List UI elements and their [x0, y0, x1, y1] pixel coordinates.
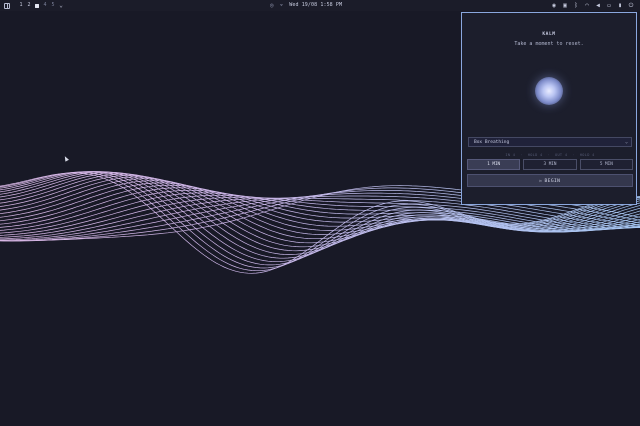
duration-5-min-button[interactable]: 5 MIN — [579, 159, 633, 170]
chevron-down-icon[interactable]: ⌄ — [57, 0, 65, 11]
workspace-2[interactable]: 2 — [25, 0, 33, 11]
sidebar-toggle-icon[interactable] — [4, 2, 10, 9]
workspace-switcher: 1 2 4 5 ⌄ — [4, 0, 65, 11]
volume-icon[interactable]: ◀ — [595, 0, 601, 11]
workspace-5[interactable]: 5 — [49, 0, 57, 11]
camera-icon[interactable]: ◉ — [551, 0, 557, 11]
bluetooth-icon[interactable]: ᛒ — [573, 0, 579, 11]
system-tray: ◉ ▣ ᛒ ◠ ◀ ▭ ▮ ⏻ — [551, 0, 634, 11]
phase-hold: HOLD 4 — [527, 152, 543, 157]
desktop: 1 2 4 5 ⌄ ◎ ⌔ Wed 19/08 1:58 PM ◉ ▣ ᛒ ◠ … — [0, 0, 640, 426]
workspace-3-active[interactable] — [33, 3, 41, 8]
calendar-icon[interactable]: ▣ — [562, 0, 568, 11]
phase-separator: · — [520, 152, 523, 157]
begin-button[interactable]: ▷ BEGIN — [467, 174, 633, 187]
phase-sequence: IN 4 · HOLD 4 · OUT 4 · HOLD 4 — [468, 151, 632, 158]
duration-1-min-button[interactable]: 1 MIN — [467, 159, 521, 170]
chevron-down-icon: ⌄ — [624, 139, 628, 145]
play-icon: ▷ — [539, 178, 543, 183]
power-icon[interactable]: ⏻ — [628, 0, 634, 11]
clock[interactable]: Wed 19/08 1:58 PM — [289, 0, 342, 11]
phase-separator: · — [572, 152, 575, 157]
pattern-select-value: Box Breathing — [474, 140, 510, 145]
wifi-status-icon[interactable]: ⌔ — [280, 0, 284, 11]
pattern-select[interactable]: Box Breathing ⌄ — [468, 137, 632, 147]
top-bar: 1 2 4 5 ⌄ ◎ ⌔ Wed 19/08 1:58 PM ◉ ▣ ᛒ ◠ … — [0, 0, 640, 11]
phase-separator: · — [547, 152, 550, 157]
app-title: KALM — [542, 32, 556, 37]
notification-icon[interactable]: ◎ — [270, 0, 274, 11]
duration-options: 1 MIN 3 MIN 5 MIN — [467, 159, 633, 170]
breathing-app-window: KALM Take a moment to reset. Box Breathi… — [461, 12, 637, 205]
top-bar-center: ◎ ⌔ Wed 19/08 1:58 PM — [270, 0, 342, 11]
app-subtitle: Take a moment to reset. — [514, 41, 584, 47]
workspace-1[interactable]: 1 — [17, 0, 25, 11]
phase-out: OUT 4 — [555, 152, 568, 157]
workspace-4[interactable]: 4 — [41, 0, 49, 11]
battery-icon[interactable]: ▮ — [617, 0, 623, 11]
monitor-icon[interactable]: ▭ — [606, 0, 612, 11]
phase-hold-2: HOLD 4 — [579, 152, 595, 157]
breathing-orb — [535, 77, 563, 105]
duration-3-min-button[interactable]: 3 MIN — [523, 159, 577, 170]
begin-label: BEGIN — [544, 179, 561, 184]
wifi-icon[interactable]: ◠ — [584, 0, 590, 11]
phase-in: IN 4 — [505, 152, 516, 157]
